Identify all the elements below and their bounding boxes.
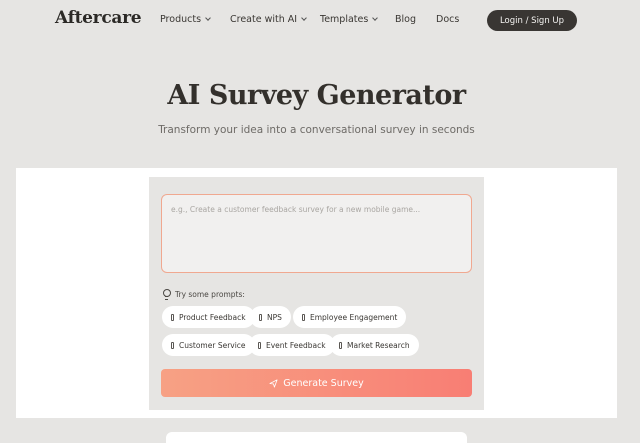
try-prompts-label: Try some prompts: bbox=[175, 289, 245, 299]
nav-item-docs[interactable]: Docs bbox=[436, 14, 459, 25]
nav-item-label: Create with AI bbox=[230, 14, 298, 25]
prompt-chip-product-feedback[interactable]: Product Feedback bbox=[162, 306, 255, 328]
chip-label: Employee Engagement bbox=[310, 312, 398, 322]
nav-item-products[interactable]: Products bbox=[160, 14, 211, 25]
prompt-chip-market-research[interactable]: Market Research bbox=[330, 334, 419, 356]
prompt-chip-nps[interactable]: NPS bbox=[250, 306, 291, 328]
nav-item-label: Templates bbox=[320, 14, 369, 25]
next-section-card bbox=[166, 432, 467, 443]
prompt-icon bbox=[302, 313, 305, 321]
prompt-chip-customer-service[interactable]: Customer Service bbox=[162, 334, 255, 356]
try-prompts-row: Try some prompts: bbox=[162, 289, 245, 300]
prompt-icon bbox=[258, 341, 261, 349]
top-navigation: Aftercare Products Create with AI Templa… bbox=[0, 0, 640, 40]
prompt-icon bbox=[171, 313, 174, 321]
generate-survey-label: Generate Survey bbox=[283, 377, 364, 389]
chip-label: NPS bbox=[267, 312, 282, 322]
lightbulb-icon bbox=[162, 289, 171, 300]
nav-item-create-with-ai[interactable]: Create with AI bbox=[230, 14, 307, 25]
chevron-down-icon bbox=[205, 15, 211, 21]
chevron-down-icon bbox=[301, 15, 307, 21]
prompt-icon bbox=[339, 341, 342, 349]
chip-label: Market Research bbox=[347, 340, 410, 350]
page-title: AI Survey Generator bbox=[167, 80, 466, 111]
nav-item-label: Blog bbox=[395, 14, 416, 25]
survey-prompt-input[interactable] bbox=[161, 194, 472, 273]
page-subtitle: Transform your idea into a conversationa… bbox=[158, 124, 475, 136]
prompt-icon bbox=[259, 313, 262, 321]
chip-label: Product Feedback bbox=[179, 312, 246, 322]
prompt-chip-event-feedback[interactable]: Event Feedback bbox=[249, 334, 335, 356]
chevron-down-icon bbox=[372, 15, 379, 21]
nav-item-templates[interactable]: Templates bbox=[320, 14, 379, 25]
chip-label: Customer Service bbox=[179, 340, 246, 350]
brand-logo[interactable]: Aftercare bbox=[55, 8, 142, 28]
generate-survey-button[interactable]: Generate Survey bbox=[161, 369, 472, 397]
nav-item-label: Docs bbox=[436, 14, 460, 25]
nav-item-label: Products bbox=[160, 14, 202, 25]
chip-label: Event Feedback bbox=[266, 340, 326, 350]
prompt-chip-employee-engagement[interactable]: Employee Engagement bbox=[293, 306, 407, 328]
login-signup-button[interactable]: Login / Sign Up bbox=[487, 10, 577, 31]
nav-item-blog[interactable]: Blog bbox=[395, 14, 416, 25]
prompt-icon bbox=[171, 341, 174, 349]
send-icon bbox=[269, 378, 278, 388]
